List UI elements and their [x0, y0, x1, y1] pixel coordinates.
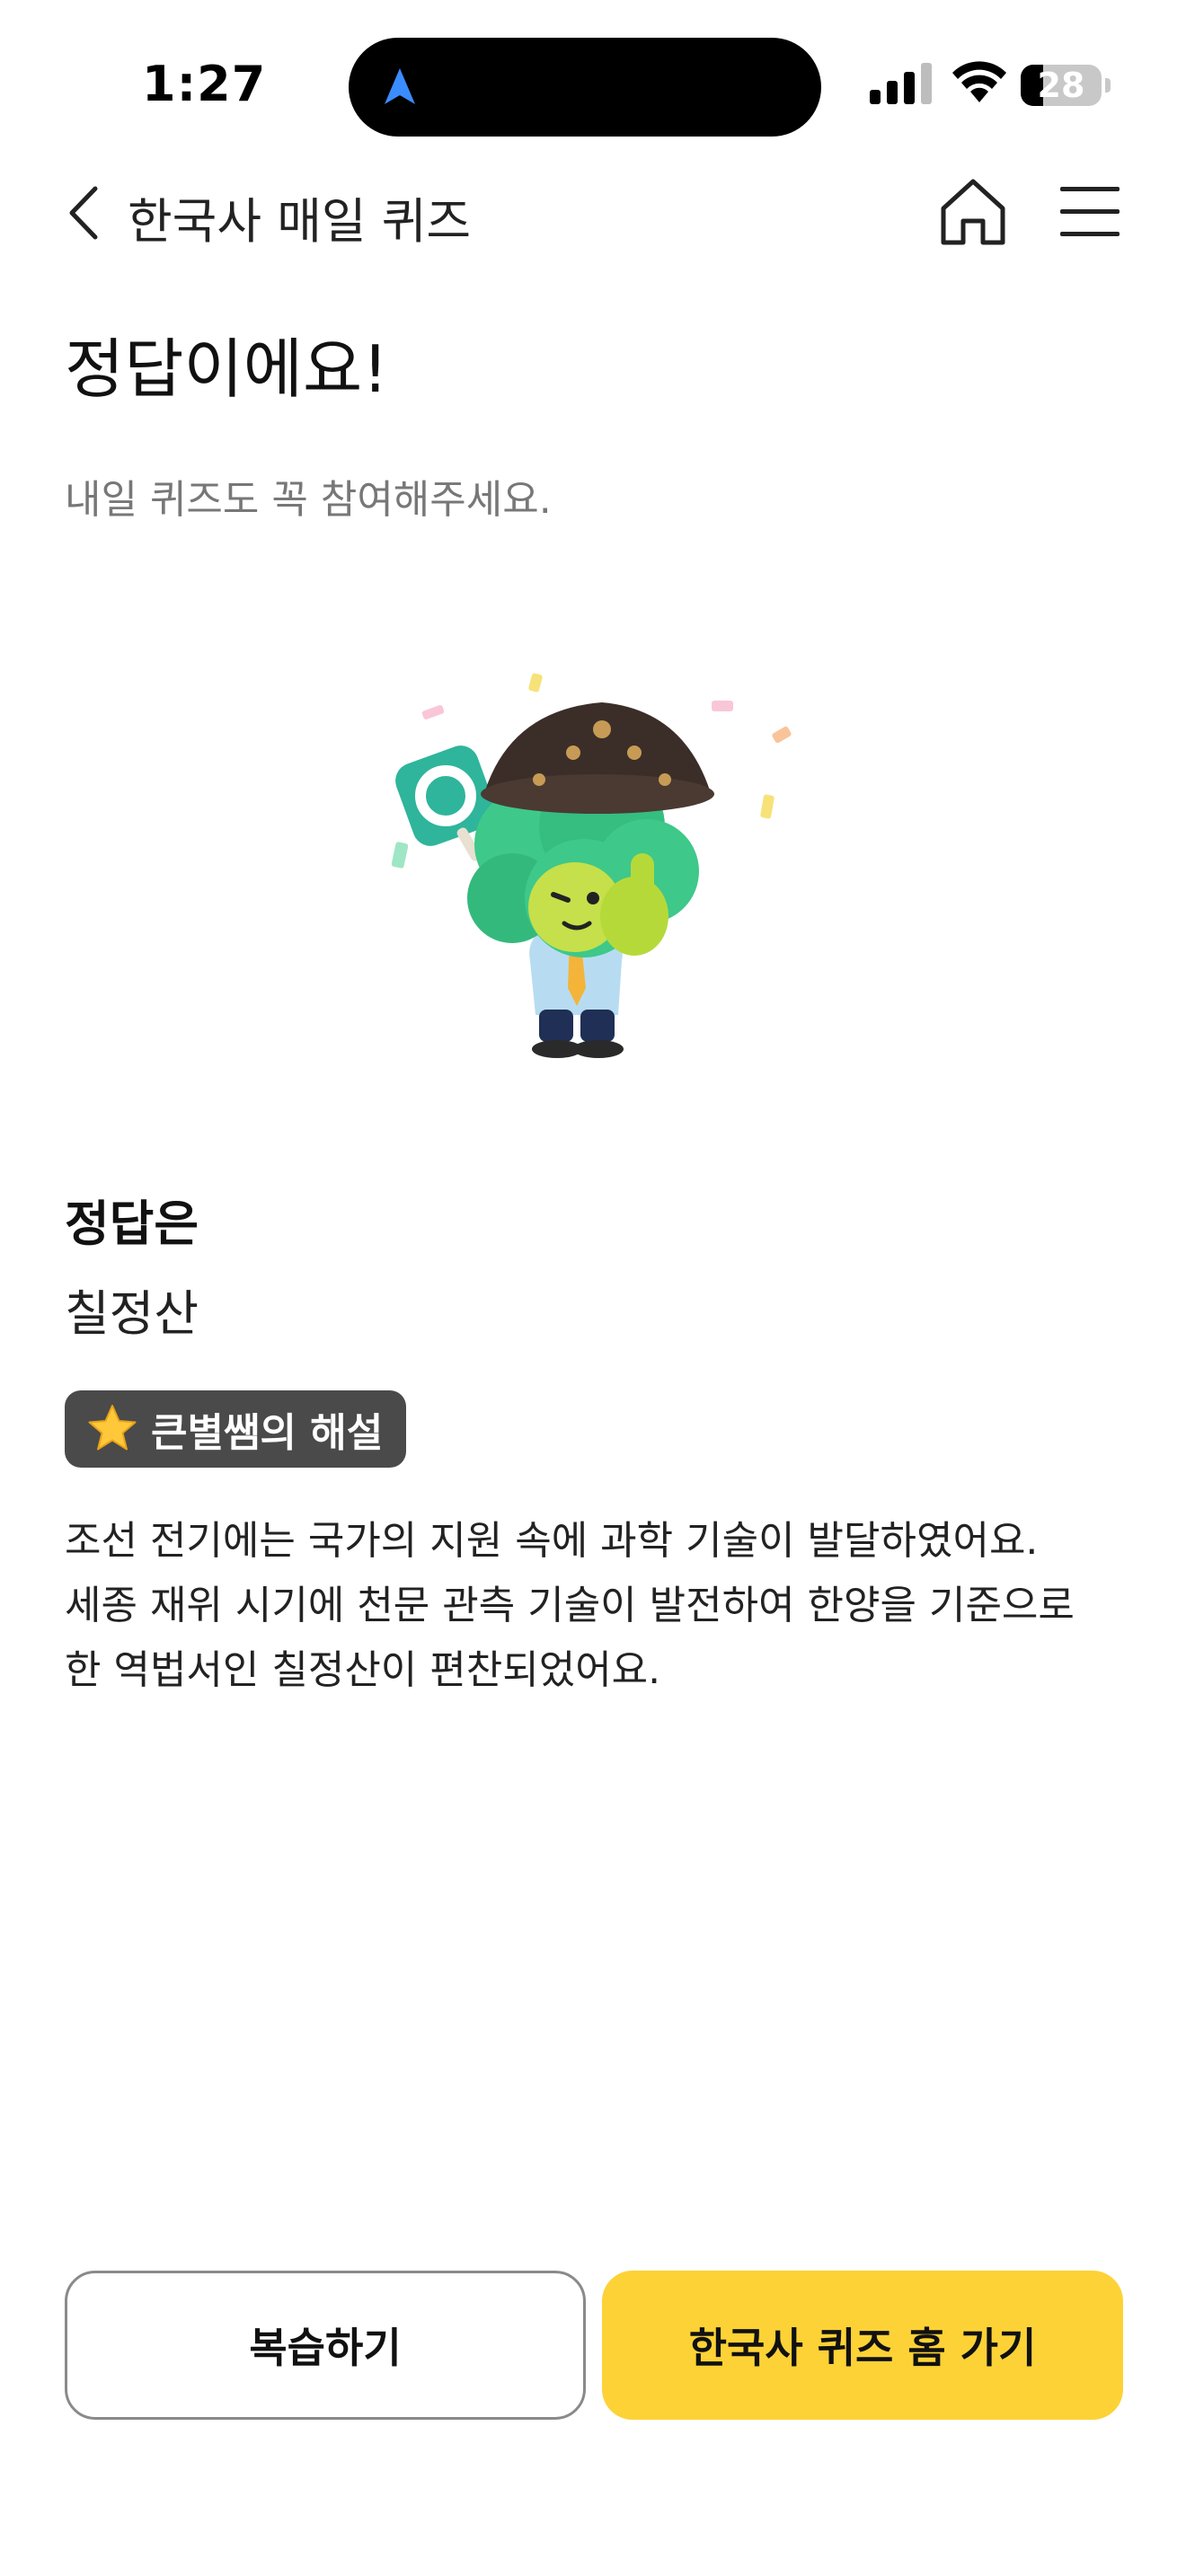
explanation-line: 한 역법서인 칠정산이 편찬되었어요. — [65, 1647, 661, 1693]
status-bar: 1:27 28 — [0, 0, 1186, 144]
status-time: 1:27 — [142, 56, 267, 112]
result-title: 정답이에요! — [65, 331, 389, 407]
answer-heading: 정답은 — [65, 1195, 199, 1252]
quiz-result-screen: 1:27 28 한국사 매일 퀴즈 정답이에요! 내일 퀴즈도 꼭 참여해주세요… — [0, 0, 1186, 2576]
answer-value: 칠정산 — [65, 1285, 199, 1342]
cellular-signal-icon — [870, 63, 932, 104]
chevron-left-icon[interactable] — [63, 183, 104, 243]
review-button[interactable]: 복습하기 — [65, 2271, 586, 2420]
result-subtitle: 내일 퀴즈도 꼭 참여해주세요. — [65, 477, 552, 523]
home-icon[interactable] — [934, 172, 1012, 250]
explanation-line: 세종 재위 시기에 천문 관측 기술이 발전하여 한양을 기준으로 — [65, 1583, 1075, 1628]
star-icon — [88, 1405, 137, 1451]
hamburger-menu-icon[interactable] — [1058, 181, 1121, 241]
quiz-home-button[interactable]: 한국사 퀴즈 홈 가기 — [602, 2271, 1123, 2420]
battery-percent: 28 — [1037, 66, 1085, 105]
character-illustration — [391, 673, 792, 1058]
explanation-line: 조선 전기에는 국가의 지원 속에 과학 기술이 발달하였어요. — [65, 1518, 1039, 1564]
explanation-badge: 큰별쌤의 해설 — [65, 1390, 407, 1468]
dynamic-island — [349, 38, 821, 137]
battery-indicator: 28 — [1021, 63, 1111, 108]
navigation-arrow-icon — [385, 68, 415, 104]
header-title: 한국사 매일 퀴즈 — [128, 193, 472, 250]
explanation-text: 조선 전기에는 국가의 지원 속에 과학 기술이 발달하였어요. 세종 재위 시… — [65, 1509, 1125, 1703]
wifi-icon — [952, 61, 1006, 102]
explanation-badge-label: 큰별쌤의 해설 — [151, 1410, 384, 1456]
app-header: 한국사 매일 퀴즈 — [0, 162, 1186, 260]
